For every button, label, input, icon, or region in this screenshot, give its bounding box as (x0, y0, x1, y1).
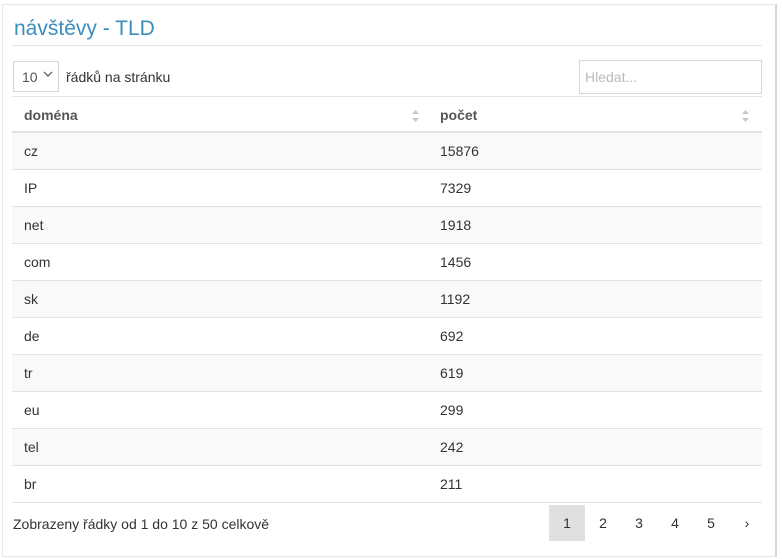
cell-domain: tr (24, 365, 33, 381)
table-row: de 692 (12, 318, 762, 355)
sort-icon (412, 110, 419, 122)
search-input[interactable] (579, 60, 762, 94)
cell-domain: sk (24, 291, 38, 307)
page-button-3[interactable]: 3 (621, 505, 657, 541)
cell-domain: net (24, 217, 44, 233)
cell-count: 619 (440, 365, 464, 381)
page-title: návštěvy - TLD (14, 17, 155, 40)
page-button-4[interactable]: 4 (657, 505, 693, 541)
page-button-1[interactable]: 1 (549, 505, 585, 541)
cell-domain: eu (24, 402, 40, 418)
data-table: doména počet cz 15876 IP 7329 net 1918 c… (12, 96, 762, 503)
page-size-select[interactable]: 10 (13, 61, 59, 92)
table-row: sk 1192 (12, 281, 762, 318)
table-row: cz 15876 (12, 133, 762, 170)
chevron-down-icon (43, 71, 53, 77)
table-row: br 211 (12, 466, 762, 503)
column-header-count[interactable]: počet (428, 97, 762, 132)
cell-domain: IP (24, 180, 38, 196)
cell-count: 1192 (440, 291, 471, 307)
pagination-summary: Zobrazeny řádky od 1 do 10 z 50 celkově (13, 516, 270, 532)
cell-count: 242 (440, 439, 464, 455)
next-page-button[interactable]: › (729, 505, 765, 541)
cell-count: 299 (440, 402, 464, 418)
title-divider (12, 45, 762, 46)
column-header-domain[interactable]: doména (12, 97, 428, 132)
pagination: 1 2 3 4 5 › (549, 505, 765, 541)
cell-count: 1456 (440, 254, 472, 270)
cell-count: 1918 (440, 217, 472, 233)
cell-domain: de (24, 328, 40, 344)
table-row: net 1918 (12, 207, 762, 244)
cell-domain: cz (24, 143, 38, 159)
page-size-value: 10 (22, 69, 38, 85)
cell-domain: com (24, 254, 51, 270)
table-row: eu 299 (12, 392, 762, 429)
table-row: tr 619 (12, 355, 762, 392)
cell-count: 692 (440, 328, 464, 344)
page-button-5[interactable]: 5 (693, 505, 729, 541)
cell-domain: br (24, 476, 37, 492)
table-row: com 1456 (12, 244, 762, 281)
cell-count: 211 (440, 476, 463, 492)
sort-icon (742, 110, 749, 122)
page-button-2[interactable]: 2 (585, 505, 621, 541)
cell-domain: tel (24, 439, 39, 455)
page-size-label: řádků na stránku (66, 69, 171, 85)
table-row: tel 242 (12, 429, 762, 466)
column-header-domain-label: doména (24, 107, 78, 123)
column-header-count-label: počet (440, 107, 478, 123)
cell-count: 7329 (440, 180, 472, 196)
table-row: IP 7329 (12, 170, 762, 207)
cell-count: 15876 (440, 143, 479, 159)
table-header: doména počet (12, 96, 762, 133)
